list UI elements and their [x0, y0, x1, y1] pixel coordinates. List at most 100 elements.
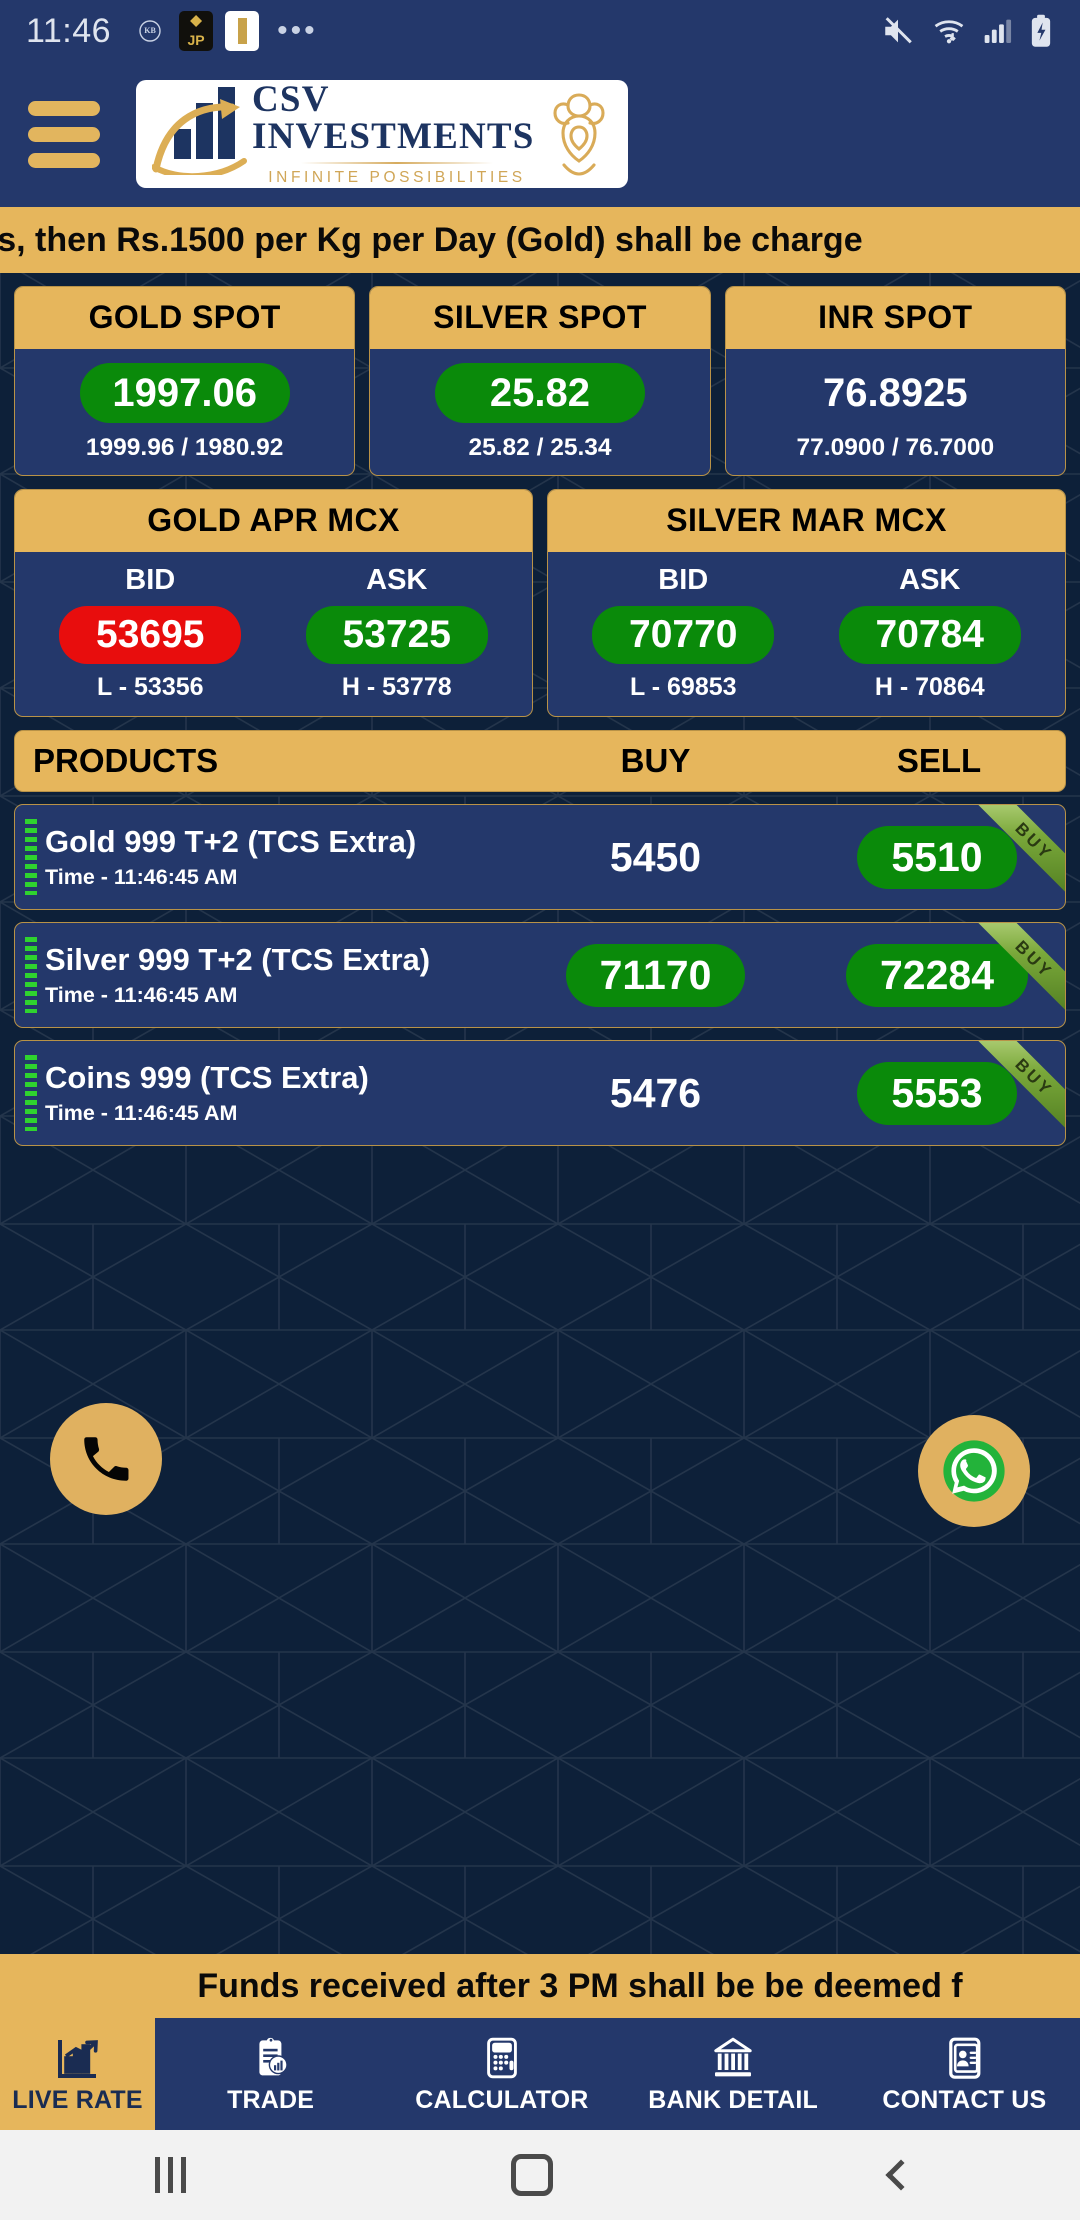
mcx-bid-value: 53695 [59, 606, 242, 665]
notification-icon-jp: JP [179, 11, 214, 51]
nav-item-live-rate[interactable]: LIVE RATE [0, 2018, 155, 2130]
app-header: CSV INVESTMENTS INFINITE POSSIBILITIES [0, 62, 1080, 207]
product-buy-cell[interactable]: 5450 [498, 826, 813, 889]
status-bar: 11:46 KB JP ••• [0, 0, 1080, 62]
top-marquee-text: ments, then Rs.1500 per Kg per Day (Gold… [0, 220, 863, 259]
table-row[interactable]: Silver 999 T+2 (TCS Extra) Time - 11:46:… [14, 922, 1066, 1029]
app-logo: CSV INVESTMENTS INFINITE POSSIBILITIES [136, 80, 628, 188]
product-name: Silver 999 T+2 (TCS Extra) [45, 942, 431, 978]
product-sell-value: 5553 [857, 1061, 1017, 1125]
spot-card-title: SILVER SPOT [370, 287, 710, 349]
nav-label: LIVE RATE [12, 2085, 143, 2114]
mcx-ask-column: ASK 53725 H - 53778 [274, 564, 521, 702]
nav-item-calculator[interactable]: CALCULATOR [386, 2018, 617, 2130]
product-name: Coins 999 (TCS Extra) [45, 1060, 369, 1096]
phone-icon [84, 1437, 129, 1481]
bottom-navigation: LIVE RATE TRADE CALCULATOR BANK DETAIL C… [0, 2018, 1080, 2130]
android-system-nav [0, 2130, 1080, 2220]
table-row[interactable]: Gold 999 T+2 (TCS Extra) Time - 11:46:45… [14, 804, 1066, 911]
call-fab[interactable] [50, 1403, 162, 1515]
product-name-cell: Silver 999 T+2 (TCS Extra) Time - 11:46:… [45, 942, 498, 1008]
mcx-ask-value: 70784 [838, 606, 1021, 665]
hamburger-bar [28, 101, 100, 116]
mcx-ask-high: H - 53778 [341, 673, 452, 702]
notification-icon-bazaar [225, 11, 260, 51]
recents-button[interactable] [155, 2157, 187, 2193]
column-header-sell: SELL [896, 742, 982, 780]
hamburger-bar [28, 127, 100, 142]
nav-item-trade[interactable]: TRADE [155, 2018, 386, 2130]
bottom-marquee-banner: Funds received after 3 PM shall be be de… [0, 1954, 1080, 2018]
spot-card-range: 1999.96 / 1980.92 [85, 434, 284, 462]
chart-growth-icon [57, 2039, 98, 2078]
bank-icon [714, 2037, 752, 2076]
notification-icons: KB JP [133, 11, 260, 51]
product-sell-cell[interactable]: 72284 [813, 943, 1065, 1007]
mcx-card-silver-mar[interactable]: SILVER MAR MCX BID 70770 L - 69853 ASK 7… [547, 489, 1066, 718]
mute-icon [880, 14, 916, 48]
nav-label: BANK DETAIL [648, 2085, 819, 2114]
spot-cards-row: GOLD SPOT 1997.06 1999.96 / 1980.92 SILV… [14, 286, 1066, 477]
product-buy-cell[interactable]: 71170 [498, 943, 813, 1007]
product-buy-value: 5476 [609, 1069, 702, 1116]
notification-overflow-icon: ••• [277, 14, 318, 47]
logo-graph-icon [148, 87, 252, 177]
svg-text:KB: KB [144, 26, 156, 35]
mcx-bid-column: BID 70770 L - 69853 [560, 564, 807, 702]
product-sell-cell[interactable]: 5553 [813, 1061, 1065, 1125]
row-indicator-bars [25, 819, 37, 896]
spot-card-range: 77.0900 / 76.7000 [796, 434, 995, 462]
spot-card-range: 25.82 / 25.34 [468, 434, 612, 462]
nav-item-contact-us[interactable]: CONTACT US [849, 2018, 1080, 2130]
products-table-header: PRODUCTS BUY SELL [14, 730, 1066, 793]
product-timestamp: Time - 11:46:45 AM [45, 864, 238, 889]
page-body: ments, then Rs.1500 per Kg per Day (Gold… [0, 207, 1080, 2220]
mcx-ask-label: ASK [899, 564, 961, 597]
product-buy-value: 71170 [565, 943, 746, 1007]
mcx-ask-value: 53725 [305, 606, 488, 665]
mcx-bid-low: L - 69853 [629, 673, 737, 702]
contact-card-icon [949, 2037, 981, 2079]
nav-label: CALCULATOR [415, 2085, 589, 2114]
spot-card-inr[interactable]: INR SPOT 76.8925 77.0900 / 76.7000 [724, 286, 1066, 477]
mcx-ask-label: ASK [366, 564, 428, 597]
top-marquee-banner: ments, then Rs.1500 per Kg per Day (Gold… [0, 207, 1080, 273]
spot-card-title: INR SPOT [725, 287, 1065, 349]
bottom-marquee-text: Funds received after 3 PM shall be be de… [197, 1966, 963, 2005]
mcx-ask-high: H - 70864 [874, 673, 985, 702]
mcx-bid-label: BID [125, 564, 176, 597]
mcx-bid-label: BID [658, 564, 709, 597]
column-header-products: PRODUCTS [33, 742, 219, 780]
mcx-cards-row: GOLD APR MCX BID 53695 L - 53356 ASK 537… [14, 489, 1066, 718]
clipboard-chart-icon [259, 2037, 288, 2075]
spot-card-gold[interactable]: GOLD SPOT 1997.06 1999.96 / 1980.92 [14, 286, 356, 477]
spot-card-title: GOLD SPOT [15, 287, 355, 349]
back-button[interactable] [885, 2159, 917, 2191]
product-name: Gold 999 T+2 (TCS Extra) [45, 824, 417, 860]
main-content: GOLD SPOT 1997.06 1999.96 / 1980.92 SILV… [0, 286, 1080, 1147]
whatsapp-fab[interactable] [918, 1415, 1030, 1527]
signal-icon [982, 14, 1014, 48]
status-indicators [880, 14, 1054, 48]
product-buy-cell[interactable]: 5476 [498, 1062, 813, 1125]
hamburger-icon[interactable] [28, 101, 100, 168]
product-sell-value: 72284 [845, 943, 1028, 1007]
product-timestamp: Time - 11:46:45 AM [45, 982, 238, 1007]
nav-label: TRADE [227, 2085, 315, 2114]
spot-card-silver[interactable]: SILVER SPOT 25.82 25.82 / 25.34 [369, 286, 711, 477]
spot-card-value: 1997.06 [79, 363, 290, 424]
battery-charging-icon [1028, 14, 1054, 48]
home-button[interactable] [511, 2154, 554, 2196]
hamburger-bar [28, 153, 100, 168]
row-indicator-bars [25, 1055, 37, 1132]
nav-label: CONTACT US [882, 2085, 1047, 2114]
logo-subtitle: INFINITE POSSIBILITIES [268, 169, 526, 186]
nav-item-bank-detail[interactable]: BANK DETAIL [618, 2018, 849, 2130]
mcx-bid-column: BID 53695 L - 53356 [27, 564, 274, 702]
spot-card-value: 76.8925 [823, 371, 968, 415]
product-sell-cell[interactable]: 5510 [813, 825, 1065, 889]
product-sell-value: 5510 [857, 825, 1017, 889]
row-indicator-bars [25, 937, 37, 1014]
table-row[interactable]: Coins 999 (TCS Extra) Time - 11:46:45 AM… [14, 1040, 1066, 1147]
mcx-card-gold-apr[interactable]: GOLD APR MCX BID 53695 L - 53356 ASK 537… [14, 489, 533, 718]
